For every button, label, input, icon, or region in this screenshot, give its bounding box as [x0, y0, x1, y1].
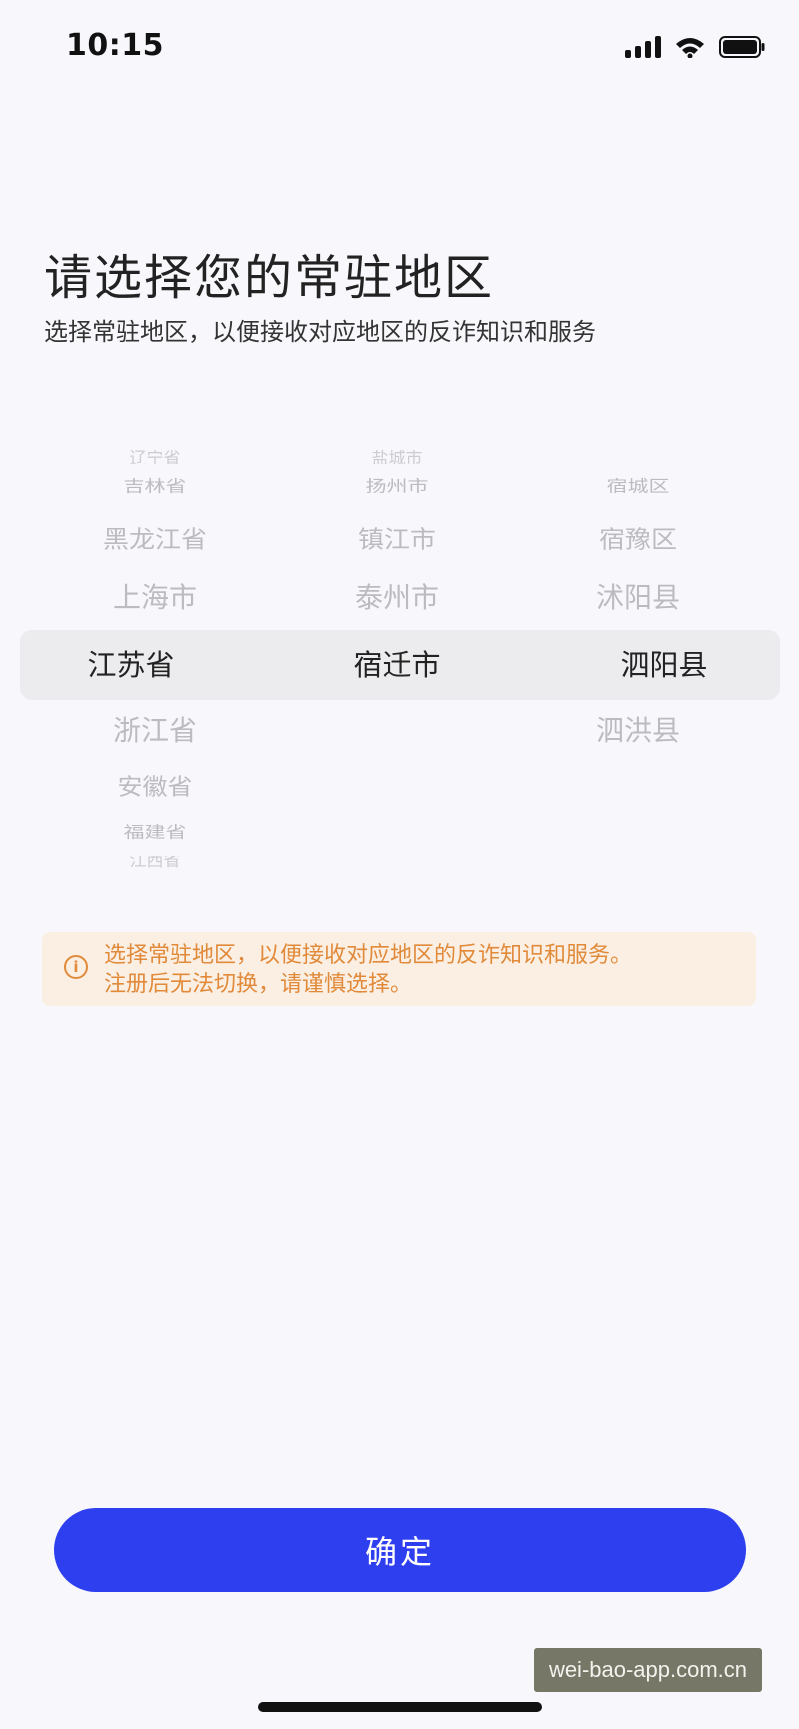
notice-line-1: 选择常驻地区，以便接收对应地区的反诈知识和服务。: [104, 943, 633, 968]
city-option[interactable]: 泰州市: [277, 580, 517, 616]
battery-icon: [719, 36, 765, 58]
watermark: wei-bao-app.com.cn: [534, 1648, 762, 1692]
district-option[interactable]: 沭阳县: [518, 580, 758, 616]
page-subtitle: 选择常驻地区，以便接收对应地区的反诈知识和服务: [44, 318, 596, 346]
province-option[interactable]: 福建省: [35, 820, 275, 844]
city-option[interactable]: 盐城市: [277, 450, 517, 464]
screen: 10:15 请选择您的常驻地区 选择常驻地区，以便接收对应地区的反诈知识和服务: [0, 0, 799, 1729]
region-picker[interactable]: 辽宁省 吉林省 黑龙江省 上海市 江苏省 浙江省 安徽省 福建省 江西省 盐城市…: [0, 440, 799, 880]
notice-text: 选择常驻地区，以便接收对应地区的反诈知识和服务。 注册后无法切换，请谨慎选择。: [104, 941, 744, 999]
district-option-selected[interactable]: 泗阳县: [544, 646, 784, 684]
wifi-icon: [676, 38, 704, 58]
district-column[interactable]: 宿城区 宿豫区 沭阳县 泗阳县 泗洪县: [518, 440, 758, 880]
district-option[interactable]: 宿豫区: [518, 524, 758, 555]
province-option[interactable]: 黑龙江省: [35, 524, 275, 555]
province-option[interactable]: 辽宁省: [35, 450, 275, 464]
province-option[interactable]: 安徽省: [35, 771, 275, 802]
confirm-button[interactable]: 确定: [54, 1508, 746, 1592]
city-column[interactable]: 盐城市 扬州市 镇江市 泰州市 宿迁市: [277, 440, 517, 880]
notice-line-2: 注册后无法切换，请谨慎选择。: [104, 972, 413, 997]
province-option[interactable]: 浙江省: [35, 713, 275, 749]
province-option[interactable]: 吉林省: [35, 474, 275, 498]
province-column[interactable]: 辽宁省 吉林省 黑龙江省 上海市 江苏省 浙江省 安徽省 福建省 江西省: [35, 440, 275, 880]
district-option[interactable]: 泗洪县: [518, 713, 758, 749]
notice-banner: i 选择常驻地区，以便接收对应地区的反诈知识和服务。 注册后无法切换，请谨慎选择…: [42, 932, 756, 1006]
city-option[interactable]: 扬州市: [277, 474, 517, 498]
province-option[interactable]: 上海市: [35, 580, 275, 616]
status-time: 10:15: [66, 28, 164, 63]
page-title: 请选择您的常驻地区: [44, 250, 495, 306]
province-option-selected[interactable]: 江苏省: [11, 646, 251, 684]
status-icons: [625, 36, 765, 58]
city-option-selected[interactable]: 宿迁市: [277, 646, 517, 684]
cellular-signal-icon: [625, 36, 661, 58]
info-circle-icon: i: [64, 955, 88, 979]
home-indicator[interactable]: [258, 1702, 542, 1712]
province-option[interactable]: 江西省: [35, 856, 275, 870]
district-option[interactable]: 宿城区: [518, 474, 758, 498]
status-bar: 10:15: [0, 0, 799, 100]
city-option[interactable]: 镇江市: [277, 524, 517, 555]
